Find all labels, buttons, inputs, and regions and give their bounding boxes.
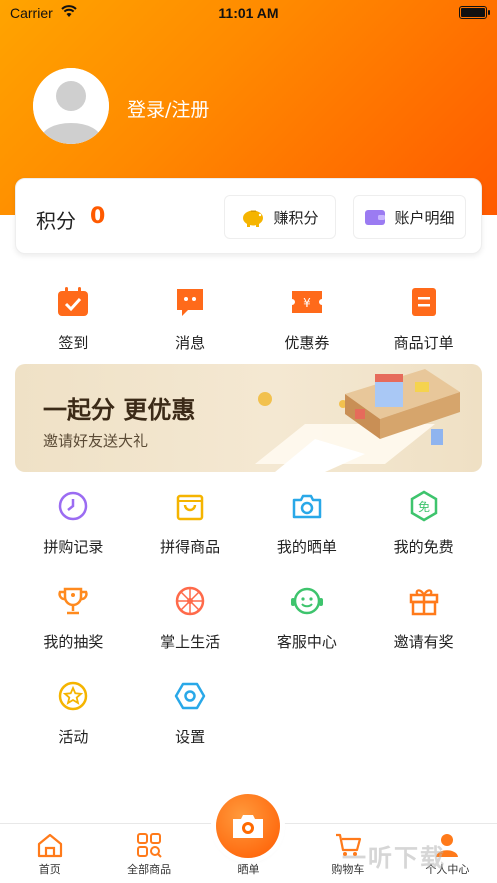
shop-illustration [255,369,460,472]
service-label: 拼得商品 [160,538,221,556]
star-icon [59,681,88,711]
camera-icon [233,815,263,838]
services-row-2: 我的抽奖 掌上生活 客服中心 邀请有奖 [15,583,482,652]
free-icon: 免 [410,490,437,522]
service-customer-center[interactable]: 客服中心 [249,583,366,652]
tab-label: 晒单 [237,863,260,876]
banner-subtitle: 邀请好友送大礼 [43,432,149,450]
tab-all-products[interactable]: 全部商品 [99,824,198,883]
service-label: 我的免费 [393,538,454,556]
bag-icon [176,494,204,521]
home-icon [37,833,62,858]
clock-icon [59,491,88,521]
service-label: 设置 [175,728,206,746]
svg-text:¥: ¥ [303,296,311,310]
user-avatar-icon [33,68,109,144]
status-bar: Carrier 11:01 AM [0,0,497,28]
tab-label: 首页 [38,863,61,876]
coupon-icon: ¥ [291,291,322,313]
camera-icon [292,494,322,519]
service-icon [290,587,323,615]
service-label: 活动 [58,728,89,746]
service-label: 我的抽奖 [43,633,104,651]
quick-action-label: 商品订单 [393,334,454,352]
service-activity[interactable]: 活动 [15,678,132,747]
svg-text:免: 免 [418,499,430,514]
service-won-goods[interactable]: 拼得商品 [132,488,249,557]
banner-title: 一起分 更优惠 [43,396,196,424]
quick-action-label: 优惠券 [284,334,330,352]
points-label: 积分 [36,209,76,233]
earn-points-label: 赚积分 [273,208,319,227]
piggy-bank-icon [243,210,264,227]
account-detail-label: 账户明细 [394,208,455,227]
quick-actions: 签到 消息 ¥ 优惠券 商品订单 [15,284,482,353]
service-my-lottery[interactable]: 我的抽奖 [15,583,132,652]
quick-action-label: 消息 [175,334,206,352]
service-label: 拼购记录 [43,538,104,556]
service-label: 邀请有奖 [393,633,454,651]
service-my-posts[interactable]: 我的晒单 [249,488,366,557]
quick-action-label: 签到 [58,334,89,352]
invite-banner[interactable]: 一起分 更优惠 邀请好友送大礼 [15,364,482,472]
avatar[interactable] [33,68,109,144]
service-my-free[interactable]: 免 我的免费 [365,488,482,557]
account-detail-button[interactable]: 账户明细 [353,195,466,239]
service-label: 我的晒单 [276,538,337,556]
grid-icon [137,833,162,858]
message-icon [177,289,204,316]
wheel-icon [175,586,205,616]
quick-action-coupon[interactable]: ¥ 优惠券 [249,284,366,353]
gift-icon [409,589,438,616]
battery-icon [459,6,490,19]
quick-action-message[interactable]: 消息 [132,284,249,353]
service-mobile-life[interactable]: 掌上生活 [132,583,249,652]
service-invite-reward[interactable]: 邀请有奖 [365,583,482,652]
quick-action-orders[interactable]: 商品订单 [365,284,482,353]
points-card: 积分 0 赚积分 账户明细 [15,178,482,254]
tab-home[interactable]: 首页 [0,824,99,883]
tab-label: 全部商品 [127,863,172,876]
post-camera-button[interactable] [216,794,280,858]
earn-points-button[interactable]: 赚积分 [224,195,336,239]
wallet-icon [365,210,386,225]
service-group-purchase-records[interactable]: 拼购记录 [15,488,132,557]
service-label: 掌上生活 [160,633,221,651]
service-settings[interactable]: 设置 [132,678,249,747]
watermark: 一听下载 [342,844,446,872]
order-icon [411,288,436,316]
login-register-link[interactable]: 登录/注册 [127,95,209,122]
quick-action-checkin[interactable]: 签到 [15,284,132,353]
clock: 11:01 AM [218,5,279,21]
services-row-1: 拼购记录 拼得商品 我的晒单 免 我的免费 [15,488,482,557]
service-label: 客服中心 [276,633,337,651]
points-value: 0 [90,204,106,229]
services-row-3: 活动 设置 [15,678,482,747]
trophy-icon [58,587,89,615]
settings-icon [174,682,206,710]
checkin-icon [58,287,89,316]
